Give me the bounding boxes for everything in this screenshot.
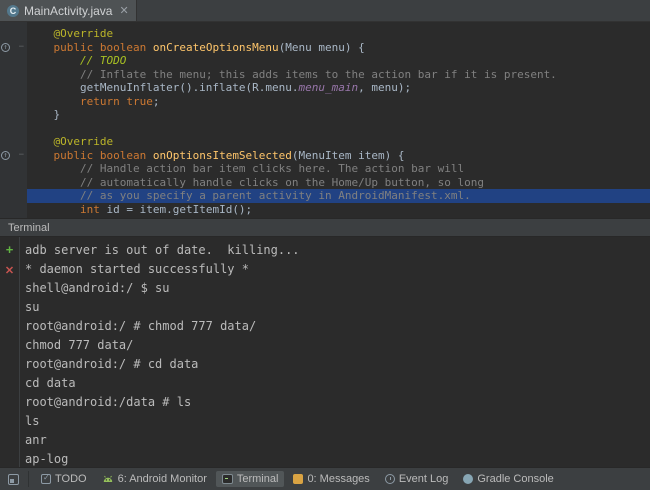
code-text: // Inflate the menu; this adds items to … [79,67,557,81]
toolwindow-switcher-icon[interactable] [4,471,22,487]
gutter-cell[interactable] [0,41,27,55]
tab-mainactivity-java[interactable]: MainActivity.java [0,0,137,21]
toolwindow-button-gradle-console[interactable]: Gradle Console [457,471,559,487]
code-line[interactable]: // automatically handle clicks on the Ho… [0,176,650,190]
toolwindow-button-label: TODO [55,473,87,485]
gutter-cell [0,68,27,82]
todo-icon [41,473,51,484]
terminal-line: root@android:/ # chmod 777 data/ [25,319,257,333]
gutter-cell [0,108,27,122]
override-method-icon[interactable] [1,42,10,52]
toolwindow-button-label: Terminal [236,473,279,485]
gutter-cell [0,162,27,176]
fold-marker-icon[interactable] [19,43,24,52]
terminal-line: ls [25,414,40,428]
tab-label: MainActivity.java [24,3,113,18]
terminal-line: chmod 777 data/ [25,338,134,352]
gutter-cell [0,122,27,136]
code-line[interactable] [0,122,650,136]
messages-icon [293,474,304,484]
code-text: public boolean onCreateOptionsMenu(Menu … [53,40,365,54]
gutter-cell [0,135,27,149]
terminal-panel-title: Terminal [8,221,50,234]
code-text: // as you specify a parent activity in A… [27,189,650,203]
code-text: @Override [53,27,114,40]
code-text: getMenuInflater().inflate(R.menu.menu_ma… [27,81,412,94]
statusbar-separator [28,471,29,487]
toolwindow-button-label: 0: Messages [307,473,370,485]
gutter-cell [0,81,27,95]
terminal-line: ap-log [25,452,69,466]
code-text: int id = item.getItemId(); [79,202,253,216]
gutter-cell [0,95,27,109]
terminal-panel-header[interactable]: Terminal [0,218,650,237]
terminal-line: * daemon started successfully * [25,262,249,276]
terminal-line: cd data [25,376,76,390]
gutter-cell [0,54,27,68]
editor-tab-bar: MainActivity.java [0,0,650,22]
code-line[interactable]: int id = item.getItemId(); [0,203,650,217]
toolwindow-button-messages[interactable]: 0: Messages [287,471,375,487]
code-text: @Override [53,135,114,148]
terminal-line: shell@android:/ $ su [25,281,170,295]
toolwindow-button-terminal[interactable]: Terminal [215,471,285,487]
terminal-panel: adb server is out of date. killing... * d… [0,237,650,467]
code-line[interactable]: return true; [0,95,650,109]
code-line[interactable]: getMenuInflater().inflate(R.menu.menu_ma… [0,81,650,95]
gutter-cell[interactable] [0,149,27,163]
toolwindow-button-android-monitor[interactable]: 6: Android Monitor [96,470,213,489]
gutter-cell [0,176,27,190]
terminal-toolbar [0,237,20,467]
gradle-console-icon [463,474,474,484]
code-line[interactable]: // Inflate the menu; this adds items to … [0,68,650,82]
toolwindow-button-label: 6: Android Monitor [117,473,207,485]
android-icon [102,472,114,487]
code-text: // automatically handle clicks on the Ho… [79,175,484,189]
terminal-output[interactable]: adb server is out of date. killing... * d… [20,237,650,467]
code-line[interactable]: @Override [0,135,650,149]
event-log-icon [384,474,395,484]
code-line[interactable]: @Override [0,27,650,41]
terminal-line: root@android:/data # ls [25,395,192,409]
gutter-cell [0,203,27,217]
terminal-line: adb server is out of date. killing... [25,243,300,257]
toolwindow-button-todo[interactable]: TODO [35,471,93,487]
code-line[interactable]: } [0,108,650,122]
terminal-icon [221,474,233,484]
toolwindow-button-label: Event Log [398,473,449,485]
class-icon [7,4,19,17]
code-text: return true; [79,94,160,108]
terminal-line: su [25,300,40,314]
tab-close-icon[interactable] [117,4,128,17]
toolwindow-button-event-log[interactable]: Event Log [379,471,455,487]
override-method-icon[interactable] [1,150,10,160]
status-bar: TODO 6: Android Monitor Terminal 0: Mess… [0,467,650,490]
fold-marker-icon[interactable] [19,151,24,160]
code-text: // Handle action bar item clicks here. T… [79,162,465,175]
gutter-cell [0,189,27,203]
code-editor[interactable]: @Override public boolean onCreateOptions… [0,22,650,218]
code-text: } [27,108,61,121]
toolwindow-button-label: Gradle Console [477,473,554,485]
terminal-line: anr [25,433,47,447]
gutter-cell [0,27,27,41]
code-text: // TODO [79,54,127,67]
code-area: @Override public boolean onCreateOptions… [0,27,650,216]
code-text: public boolean onOptionsItemSelected(Men… [53,148,405,162]
code-line[interactable]: public boolean onOptionsItemSelected(Men… [0,149,650,163]
ide-window: MainActivity.java @Override public boole… [0,0,650,490]
code-line[interactable]: public boolean onCreateOptionsMenu(Menu … [0,41,650,55]
close-session-icon[interactable] [3,263,17,277]
add-session-icon[interactable] [3,242,17,256]
code-line-selected[interactable]: // as you specify a parent activity in A… [0,189,650,203]
code-line[interactable]: // TODO [0,54,650,68]
terminal-line: root@android:/ # cd data [25,357,199,371]
code-line[interactable]: // Handle action bar item clicks here. T… [0,162,650,176]
